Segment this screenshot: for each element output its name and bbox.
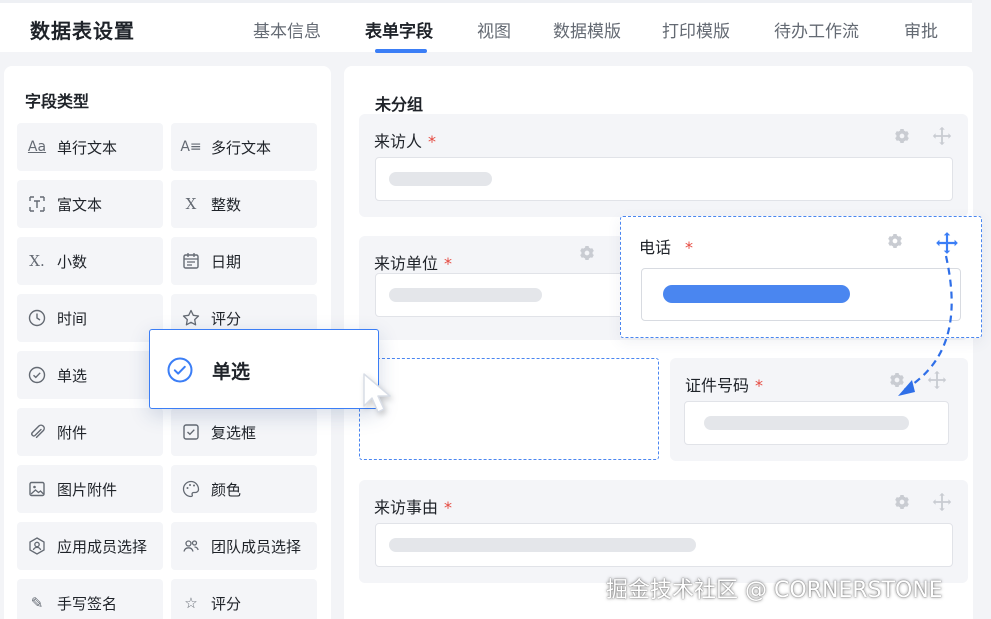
- tab-approval[interactable]: 审批: [904, 17, 938, 42]
- group-title: 未分组: [375, 95, 424, 114]
- field-type-label: 评分: [211, 310, 242, 328]
- radio-check-icon: [167, 357, 193, 383]
- field-type-label: 多行文本: [211, 139, 272, 157]
- tab-data-template[interactable]: 数据模版: [553, 17, 621, 42]
- field-label: 电话 *: [639, 238, 694, 257]
- field-type-label: 应用成员选择: [57, 538, 148, 556]
- field-type-label: 单行文本: [57, 139, 118, 157]
- field-type-single-line-text[interactable]: Aa 单行文本: [17, 123, 163, 171]
- field-type-label: 图片附件: [57, 481, 118, 499]
- multi-line-text-icon: A≡: [180, 139, 202, 155]
- required-mark: *: [755, 376, 764, 395]
- star-icon: [181, 308, 201, 328]
- field-type-label: 附件: [57, 424, 88, 442]
- page-title: 数据表设置: [30, 19, 135, 43]
- mouse-cursor-icon: [363, 373, 391, 413]
- team-icon: [181, 536, 201, 556]
- input-placeholder-bar: [704, 416, 909, 430]
- field-type-rich-text[interactable]: 富文本: [17, 180, 163, 228]
- active-tab-indicator: [375, 49, 427, 53]
- field-type-app-member[interactable]: 应用成员选择: [17, 522, 163, 570]
- gear-icon[interactable]: [891, 125, 913, 147]
- gear-icon[interactable]: [884, 230, 906, 252]
- gear-icon[interactable]: [576, 242, 598, 264]
- drag-preview-label: 单选: [212, 361, 251, 383]
- field-type-attachment[interactable]: 附件: [17, 408, 163, 456]
- field-type-multi-line-text[interactable]: A≡ 多行文本: [171, 123, 317, 171]
- field-type-label: 日期: [211, 253, 242, 271]
- field-type-time[interactable]: 时间: [17, 294, 163, 342]
- image-icon: [27, 479, 47, 499]
- field-type-color[interactable]: 颜色: [171, 465, 317, 513]
- tab-todo-workflow[interactable]: 待办工作流: [774, 17, 859, 42]
- input-placeholder-bar: [389, 538, 696, 552]
- field-type-signature[interactable]: ✎ 手写签名: [17, 579, 163, 619]
- radio-check-icon: [27, 365, 47, 385]
- field-type-rating-2[interactable]: ☆ 评分: [171, 579, 317, 619]
- tab-form-fields[interactable]: 表单字段: [365, 17, 433, 42]
- member-icon: [27, 536, 47, 556]
- decimal-icon: X.: [29, 252, 45, 270]
- field-type-label: 团队成员选择: [211, 538, 302, 556]
- field-card-visitor[interactable]: 来访人 *: [359, 114, 968, 217]
- field-type-label: 整数: [211, 196, 242, 214]
- form-settings-screen: { "header": { "title": "数据表设置", "tabs": …: [0, 0, 991, 619]
- field-type-checkbox[interactable]: 复选框: [171, 408, 317, 456]
- move-icon[interactable]: [931, 125, 953, 147]
- integer-icon: X: [185, 195, 197, 213]
- field-type-label: 评分: [211, 595, 242, 613]
- field-type-label: 颜色: [211, 481, 242, 499]
- input-placeholder-bar: [389, 172, 492, 186]
- visitor-input[interactable]: [375, 157, 953, 201]
- required-mark: *: [428, 132, 437, 151]
- tab-view[interactable]: 视图: [477, 17, 511, 42]
- rich-text-icon: [27, 194, 47, 214]
- field-label: 来访单位 *: [374, 254, 453, 273]
- field-type-label: 时间: [57, 310, 88, 328]
- single-line-text-icon: Aa: [27, 139, 47, 155]
- input-placeholder-bar: [389, 288, 542, 302]
- drop-zone[interactable]: [359, 358, 659, 460]
- palette-icon: [181, 479, 201, 499]
- tab-basic-info[interactable]: 基本信息: [253, 17, 321, 42]
- field-type-team-member[interactable]: 团队成员选择: [171, 522, 317, 570]
- field-type-panel-title: 字段类型: [25, 92, 90, 111]
- tab-print-template[interactable]: 打印模版: [662, 17, 730, 42]
- required-mark: *: [444, 498, 453, 517]
- drag-arrow: [898, 255, 953, 396]
- date-icon: [181, 251, 201, 271]
- checkbox-icon: [181, 422, 201, 442]
- move-icon[interactable]: [931, 491, 953, 513]
- signature-icon: ✎: [30, 594, 44, 612]
- field-type-label: 小数: [57, 253, 88, 271]
- visitor-company-input[interactable]: [375, 273, 635, 317]
- field-type-date[interactable]: 日期: [171, 237, 317, 285]
- clock-icon: [27, 308, 47, 328]
- field-type-label: 手写签名: [57, 595, 118, 613]
- visit-reason-input[interactable]: [375, 523, 953, 567]
- field-type-label: 复选框: [211, 424, 257, 442]
- field-label: 来访人 *: [374, 132, 437, 151]
- input-filled-bar: [663, 285, 850, 303]
- field-type-single-select[interactable]: 单选: [17, 351, 163, 399]
- gear-icon[interactable]: [891, 491, 913, 513]
- field-type-decimal[interactable]: X. 小数: [17, 237, 163, 285]
- field-card-visit-reason[interactable]: 来访事由 *: [359, 480, 968, 583]
- field-type-image-attachment[interactable]: 图片附件: [17, 465, 163, 513]
- required-mark: *: [685, 238, 694, 257]
- field-type-label: 单选: [57, 367, 88, 385]
- drag-preview-single-select[interactable]: 单选: [149, 329, 379, 409]
- field-label: 证件号码 *: [685, 376, 764, 395]
- required-mark: *: [444, 254, 453, 273]
- field-type-label: 富文本: [57, 196, 103, 214]
- star-icon: ☆: [184, 594, 198, 612]
- watermark: 掘金技术社区 @ CORNERSTONE: [606, 578, 943, 603]
- field-type-integer[interactable]: X 整数: [171, 180, 317, 228]
- paperclip-icon: [27, 422, 47, 442]
- field-label: 来访事由 *: [374, 498, 453, 517]
- top-header: 数据表设置 基本信息 表单字段 视图 数据模版 打印模版 待办工作流 审批: [0, 0, 972, 53]
